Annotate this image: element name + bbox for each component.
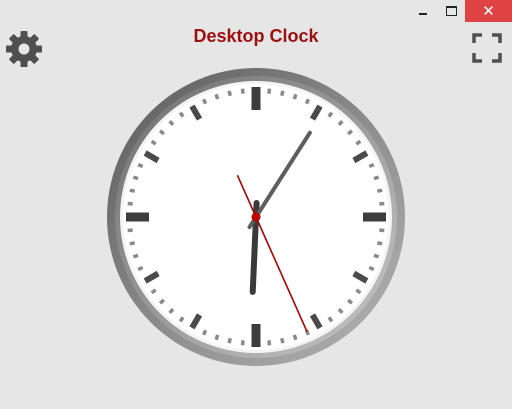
close-button[interactable]: ✕ (465, 0, 512, 22)
window-controls: ✕ (409, 0, 512, 22)
minute-marker (214, 93, 220, 100)
minute-marker (280, 90, 285, 97)
maximize-button[interactable] (437, 0, 465, 22)
minute-marker (373, 175, 380, 181)
minute-marker (379, 201, 385, 206)
minute-marker (379, 228, 385, 233)
minute-marker (178, 111, 185, 118)
maximize-icon (445, 6, 457, 16)
minute-marker (240, 340, 245, 346)
minute-marker (267, 340, 272, 346)
minute-marker (227, 337, 232, 344)
minute-marker (168, 119, 175, 127)
minute-marker (178, 316, 185, 323)
minute-marker (137, 265, 144, 272)
minute-marker (227, 90, 232, 97)
minute-marker (168, 307, 175, 315)
minute-marker (129, 241, 136, 246)
minute-marker (355, 139, 362, 146)
minute-marker (137, 162, 144, 169)
minute-marker (158, 129, 166, 136)
minute-marker (304, 98, 311, 105)
minute-marker (201, 329, 208, 336)
minute-marker (373, 253, 380, 259)
minute-marker (132, 253, 139, 259)
minute-marker (337, 119, 344, 127)
minute-marker (127, 228, 133, 233)
minute-marker (132, 175, 139, 181)
minimize-button[interactable] (409, 0, 437, 22)
minute-marker (240, 88, 245, 94)
minute-marker (368, 265, 375, 272)
minimize-icon (419, 13, 427, 15)
minute-marker (201, 98, 208, 105)
minute-marker (376, 241, 383, 246)
minute-marker (267, 88, 272, 94)
minute-marker (327, 111, 334, 118)
minute-marker (280, 337, 285, 344)
minute-marker (346, 298, 354, 305)
minute-marker (368, 162, 375, 169)
minute-marker (337, 307, 344, 315)
minute-marker (327, 316, 334, 323)
gear-icon[interactable] (3, 28, 45, 70)
center-cap (251, 212, 261, 222)
fullscreen-icon[interactable] (472, 33, 502, 63)
minute-marker (127, 201, 133, 206)
minute-marker (129, 188, 136, 193)
minute-marker (150, 139, 157, 146)
minute-marker (150, 288, 157, 295)
analog-clock (107, 68, 405, 366)
minute-marker (292, 334, 298, 341)
minute-marker (376, 188, 383, 193)
app-title: Desktop Clock (193, 26, 319, 46)
minute-marker (346, 129, 354, 136)
minute-marker (158, 298, 166, 305)
minute-marker (355, 288, 362, 295)
minute-marker (292, 93, 298, 100)
minute-marker (214, 334, 220, 341)
close-icon: ✕ (482, 2, 495, 20)
